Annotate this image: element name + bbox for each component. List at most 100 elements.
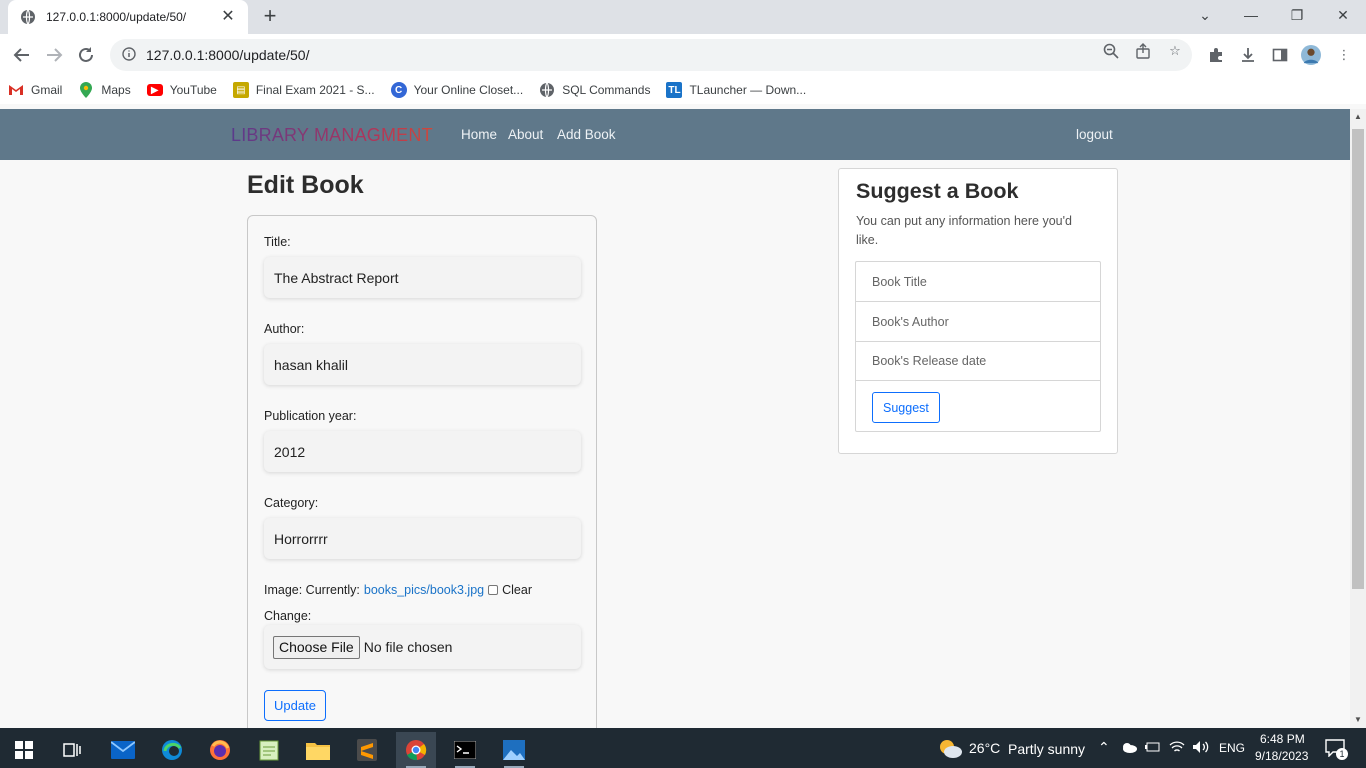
bookmark-label: YouTube [169, 83, 217, 97]
brand-logo[interactable]: LIBRARY MANAGMENT [231, 125, 433, 146]
onedrive-icon[interactable] [1121, 741, 1137, 756]
author-label: Author: [264, 322, 305, 336]
restore-button[interactable]: ❐ [1274, 0, 1320, 30]
share-icon[interactable] [1134, 42, 1152, 60]
weather-temp: 26°C [969, 740, 1001, 756]
gmail-icon [8, 82, 24, 98]
bookmark-final-exam[interactable]: ▤ Final Exam 2021 - S... [232, 82, 375, 98]
category-label: Category: [264, 496, 319, 510]
browser-tab[interactable]: 127.0.0.1:8000/update/50/ ✕ [8, 0, 248, 34]
bookmark-label: SQL Commands [562, 83, 651, 97]
title-input[interactable]: The Abstract Report [264, 257, 581, 298]
file-explorer-icon[interactable] [298, 732, 338, 768]
forward-icon[interactable] [42, 43, 66, 67]
scroll-up-icon[interactable]: ▲ [1350, 109, 1366, 125]
bookmark-maps[interactable]: Maps [78, 82, 131, 98]
chrome-icon[interactable] [396, 732, 436, 768]
author-input[interactable]: hasan khalil [264, 344, 581, 385]
browser-toolbar: 127.0.0.1:8000/update/50/ ☆ ⋮ [0, 34, 1366, 76]
battery-icon[interactable] [1145, 740, 1161, 757]
side-panel-icon[interactable] [1270, 45, 1290, 65]
closet-icon: C [390, 82, 407, 98]
url-text: 127.0.0.1:8000/update/50/ [146, 47, 310, 63]
photos-icon[interactable] [494, 732, 534, 768]
scroll-down-icon[interactable]: ▼ [1350, 712, 1366, 728]
nav-home[interactable]: Home [461, 127, 497, 142]
notification-badge: 1 [1336, 748, 1348, 760]
clear-checkbox[interactable] [488, 585, 499, 595]
reload-icon[interactable] [74, 43, 98, 67]
address-bar[interactable]: 127.0.0.1:8000/update/50/ [110, 39, 1192, 71]
nav-add-book[interactable]: Add Book [557, 127, 616, 142]
bookmark-label: Final Exam 2021 - S... [255, 83, 375, 97]
task-view-icon[interactable] [52, 732, 92, 768]
minimize-button[interactable]: — [1228, 0, 1274, 30]
back-icon[interactable] [10, 43, 34, 67]
update-button[interactable]: Update [264, 690, 326, 721]
logout-link[interactable]: logout [1076, 127, 1113, 142]
windows-taskbar: 26°C Partly sunny ⌃ ENG 6:48 PM 9/18/202… [0, 728, 1366, 768]
profile-avatar-icon[interactable] [1301, 45, 1321, 65]
bookmark-online-closet[interactable]: C Your Online Closet... [390, 82, 524, 98]
nav-about[interactable]: About [508, 127, 543, 142]
title-label: Title: [264, 235, 291, 249]
suggest-title: Suggest a Book [856, 179, 1019, 203]
notepad-plus-icon[interactable] [249, 732, 289, 768]
bookmark-youtube[interactable]: ▶ YouTube [146, 83, 217, 97]
book-title-input[interactable]: Book Title [856, 262, 1100, 302]
maps-icon [78, 82, 94, 98]
page-scrollbar[interactable]: ▲ ▼ [1350, 109, 1366, 728]
file-status-text: No file chosen [363, 639, 453, 655]
zoom-icon[interactable] [1102, 42, 1120, 60]
clock-date[interactable]: 9/18/2023 [1255, 749, 1308, 763]
new-tab-button[interactable]: + [258, 5, 282, 29]
bookmark-label: Maps [101, 83, 131, 97]
year-input[interactable]: 2012 [264, 431, 581, 472]
weather-icon[interactable] [937, 737, 963, 762]
download-icon[interactable] [1238, 45, 1258, 65]
doc-icon: ▤ [232, 82, 249, 98]
language-indicator[interactable]: ENG [1219, 741, 1245, 755]
bookmark-sql-commands[interactable]: SQL Commands [539, 82, 650, 98]
firefox-icon[interactable] [200, 732, 240, 768]
start-icon[interactable] [4, 732, 44, 768]
bookmark-label: Your Online Closet... [413, 83, 524, 97]
extensions-icon[interactable] [1206, 45, 1226, 65]
close-tab-icon[interactable]: ✕ [220, 9, 236, 25]
sublime-text-icon[interactable] [347, 732, 387, 768]
wifi-icon[interactable] [1169, 740, 1185, 757]
tray-chevron-icon[interactable]: ⌃ [1098, 739, 1110, 756]
bookmark-tlauncher[interactable]: TL TLauncher — Down... [666, 82, 806, 98]
terminal-icon[interactable] [445, 732, 485, 768]
bookmarks-bar: Gmail Maps ▶ YouTube ▤ Final Exam 2021 -… [0, 76, 1366, 104]
year-label: Publication year: [264, 409, 357, 423]
image-link[interactable]: books_pics/book3.jpg [364, 583, 484, 597]
bookmark-gmail[interactable]: Gmail [8, 82, 62, 98]
suggest-description: You can put any information here you'd l… [856, 214, 1072, 247]
book-author-input[interactable]: Book's Author [856, 302, 1100, 342]
mail-icon[interactable] [103, 732, 143, 768]
site-info-icon[interactable] [122, 46, 136, 64]
clock-time[interactable]: 6:48 PM [1260, 732, 1305, 746]
globe-icon [539, 82, 555, 98]
category-input[interactable]: Horrorrrr [264, 518, 581, 559]
book-release-date-input[interactable]: Book's Release date [856, 341, 1100, 381]
volume-icon[interactable] [1192, 740, 1210, 757]
tab-strip: 127.0.0.1:8000/update/50/ ✕ + ⌄ — ❐ ✕ [0, 0, 1366, 34]
page-viewport: LIBRARY MANAGMENT Home About Add Book lo… [0, 109, 1350, 728]
bookmark-label: Gmail [31, 83, 63, 97]
choose-file-button[interactable]: Choose File [273, 635, 360, 659]
bookmark-label: TLauncher — Down... [689, 83, 807, 97]
tab-title: 127.0.0.1:8000/update/50/ [46, 10, 187, 24]
bookmark-star-icon[interactable]: ☆ [1166, 42, 1184, 60]
close-window-button[interactable]: ✕ [1320, 0, 1366, 30]
globe-icon [20, 9, 36, 25]
image-label: Image: Currently: [264, 583, 360, 597]
tab-search-icon[interactable]: ⌄ [1182, 0, 1228, 30]
scrollbar-thumb[interactable] [1352, 129, 1364, 589]
edge-icon[interactable] [152, 732, 192, 768]
suggest-button[interactable]: Suggest [872, 392, 940, 423]
menu-kebab-icon[interactable]: ⋮ [1334, 45, 1354, 65]
change-label: Change: [264, 609, 312, 623]
image-file-field: Choose File No file chosen [264, 625, 581, 669]
